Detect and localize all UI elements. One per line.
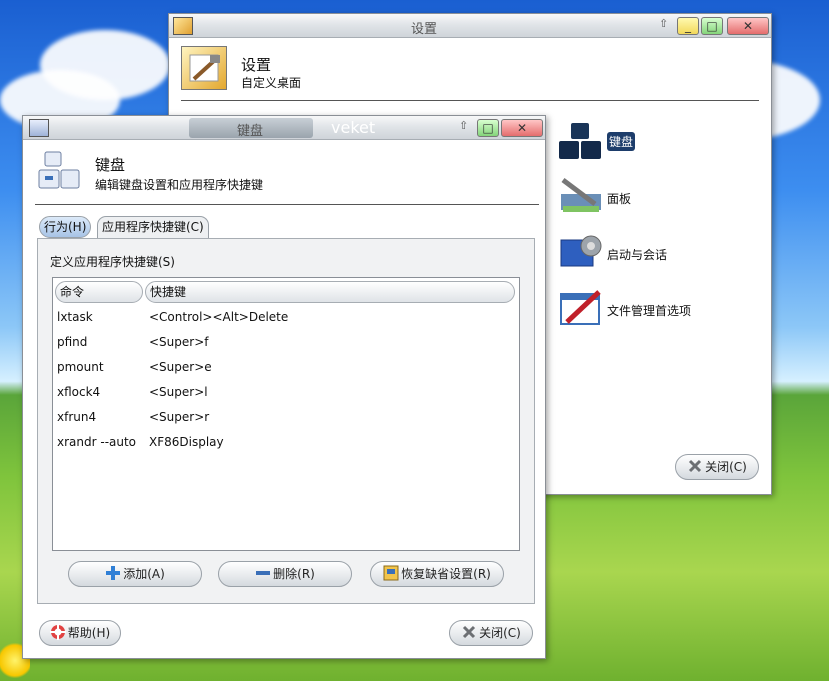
close-label: 关闭(C): [479, 626, 521, 640]
tab-behavior[interactable]: 行为(H): [39, 216, 92, 238]
cell-command: xfrun4: [57, 410, 97, 424]
cell-shortcut: <Control><Alt>Delete: [149, 310, 289, 324]
keyboard-header-subtitle: 编辑键盘设置和应用程序快捷键: [95, 178, 264, 192]
column-header-command[interactable]: 命令: [55, 281, 143, 303]
category-label: 启动与会话: [607, 248, 668, 262]
keyboard-close-button[interactable]: 关闭(C): [449, 620, 533, 646]
settings-header-title: 设置: [241, 56, 272, 74]
tab-app-shortcuts[interactable]: 应用程序快捷键(C): [97, 216, 209, 238]
table-row[interactable]: pfind <Super>f: [57, 330, 517, 354]
minus-icon: [255, 565, 271, 581]
category-label: 面板: [607, 192, 632, 206]
shortcut-table[interactable]: 命令 快捷键 lxtask <Control><Alt>Delete pfind <…: [52, 277, 520, 551]
add-shortcut-button[interactable]: 添加(A): [68, 561, 202, 587]
cell-command: pmount: [57, 360, 104, 374]
category-label: 文件管理首选项: [607, 304, 692, 318]
cell-shortcut: <Super>r: [149, 410, 210, 424]
minimize-button[interactable]: _: [677, 17, 699, 35]
table-row[interactable]: xrandr --auto XF86Display: [57, 430, 517, 454]
settings-app-icon[interactable]: [173, 17, 193, 35]
keyboard-app-icon[interactable]: [29, 119, 49, 137]
plus-icon: [105, 565, 121, 581]
maximize-button[interactable]: □: [477, 119, 499, 137]
keyboard-window-title: 键盘: [237, 124, 264, 139]
settings-titlebar[interactable]: 设置 ⇧ _ □ ✕: [169, 14, 771, 38]
cell-command: xflock4: [57, 385, 101, 399]
help-label: 帮助(H): [67, 626, 111, 640]
column-header-shortcut[interactable]: 快捷键: [145, 281, 515, 303]
header-divider: [35, 204, 539, 205]
table-row[interactable]: xflock4 <Super>l: [57, 380, 517, 404]
cell-shortcut: <Super>l: [149, 385, 208, 399]
table-row[interactable]: pmount <Super>e: [57, 355, 517, 379]
settings-category-list: 键盘 面板 启动与会话 文件管理首选项: [557, 121, 757, 441]
cell-shortcut: <Super>e: [149, 360, 212, 374]
remove-label: 删除(R): [273, 567, 315, 581]
close-x-icon: [461, 624, 477, 640]
shade-arrow-icon[interactable]: ⇧: [459, 119, 468, 132]
close-window-button[interactable]: ✕: [501, 119, 543, 137]
keyboard-header-icon: [37, 150, 81, 192]
category-keyboard[interactable]: 键盘: [557, 121, 757, 167]
keyboard-icon: [559, 121, 603, 161]
help-button[interactable]: 帮助(H): [39, 620, 121, 646]
settings-header-icon: [181, 46, 227, 90]
cell-shortcut: <Super>f: [149, 335, 209, 349]
section-label: 定义应用程序快捷键(S): [50, 255, 175, 269]
table-row[interactable]: xfrun4 <Super>r: [57, 405, 517, 429]
category-label: 键盘: [607, 132, 636, 151]
category-file-manager[interactable]: 文件管理首选项: [557, 288, 757, 334]
title-extra: veket: [331, 118, 376, 137]
cell-command: pfind: [57, 335, 88, 349]
lifebuoy-icon: [49, 624, 66, 640]
file-manager-icon: [559, 288, 603, 328]
settings-window-title: 设置: [411, 22, 438, 37]
category-panel[interactable]: 面板: [557, 176, 757, 222]
shortcuts-panel: 定义应用程序快捷键(S) 命令 快捷键 lxtask <Control><Alt>…: [37, 238, 535, 604]
session-gear-icon: [559, 232, 603, 272]
keyboard-window: 键盘 veket ⇧ □ ✕ 键盘 编辑键盘设置和应用程序快捷键 行为(H) 应…: [22, 115, 546, 659]
close-x-icon: [687, 458, 703, 474]
restore-label: 恢复缺省设置(R): [401, 567, 491, 581]
remove-shortcut-button[interactable]: 删除(R): [218, 561, 352, 587]
settings-close-button[interactable]: 关闭(C): [675, 454, 759, 480]
restore-defaults-button[interactable]: 恢复缺省设置(R): [370, 561, 504, 587]
add-label: 添加(A): [123, 567, 165, 581]
maximize-button[interactable]: □: [701, 17, 723, 35]
panel-tools-icon: [559, 176, 603, 216]
close-label: 关闭(C): [705, 460, 747, 474]
table-row[interactable]: lxtask <Control><Alt>Delete: [57, 305, 517, 329]
keyboard-header-title: 键盘: [95, 156, 126, 174]
close-window-button[interactable]: ✕: [727, 17, 769, 35]
category-session[interactable]: 启动与会话: [557, 232, 757, 278]
keyboard-titlebar[interactable]: 键盘 veket ⇧ □ ✕: [23, 116, 545, 140]
cell-command: lxtask: [57, 310, 93, 324]
cell-command: xrandr --auto: [57, 435, 137, 449]
settings-header-subtitle: 自定义桌面: [241, 76, 302, 90]
cell-shortcut: XF86Display: [149, 435, 224, 449]
shade-arrow-icon[interactable]: ⇧: [659, 17, 668, 30]
restore-icon: [383, 565, 399, 581]
